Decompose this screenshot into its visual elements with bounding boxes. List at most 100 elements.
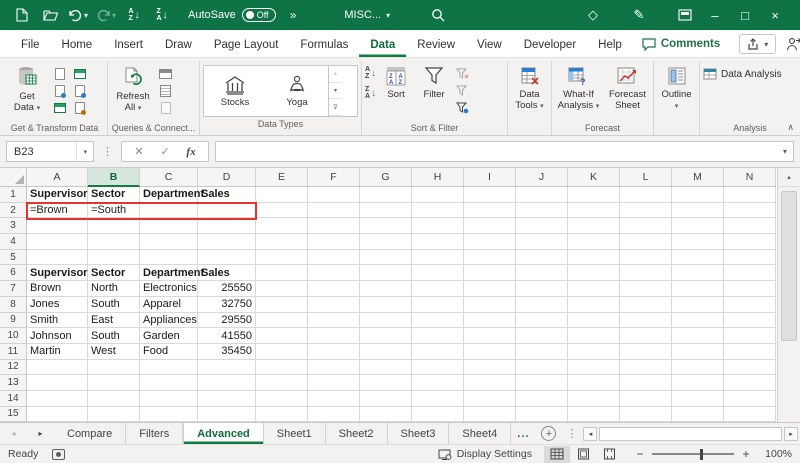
cell-E4[interactable]	[256, 234, 308, 250]
cell-K2[interactable]	[568, 202, 620, 219]
cell-N3[interactable]	[724, 218, 776, 235]
row-header-7[interactable]: 7	[0, 281, 27, 297]
cell-F14[interactable]	[308, 390, 360, 407]
cell-F10[interactable]	[308, 328, 360, 344]
cell-C15[interactable]	[140, 406, 198, 422]
cell-N9[interactable]	[724, 312, 776, 329]
cell-H11[interactable]	[412, 343, 464, 360]
row-header-9[interactable]: 9	[0, 312, 27, 329]
cell-A2[interactable]: =Brown	[27, 202, 88, 219]
cell-E12[interactable]	[256, 359, 308, 376]
get-data-button[interactable]: Get Data ▾	[5, 63, 49, 114]
cell-G1[interactable]	[360, 187, 412, 203]
maximize-button[interactable]: □	[730, 0, 760, 30]
cell-H14[interactable]	[412, 390, 464, 407]
cell-J15[interactable]	[516, 406, 568, 422]
column-header-f[interactable]: F	[308, 168, 360, 187]
cell-G11[interactable]	[360, 343, 412, 360]
cell-E2[interactable]	[256, 202, 308, 219]
cell-F2[interactable]	[308, 202, 360, 219]
cell-L11[interactable]	[620, 343, 672, 360]
existing-connections-button[interactable]	[72, 101, 87, 115]
cell-I1[interactable]	[464, 187, 516, 203]
cell-F4[interactable]	[308, 234, 360, 250]
cell-E10[interactable]	[256, 328, 308, 344]
cell-M15[interactable]	[672, 406, 724, 422]
cell-E9[interactable]	[256, 312, 308, 329]
cell-N5[interactable]	[724, 249, 776, 266]
cell-H3[interactable]	[412, 218, 464, 235]
cell-L13[interactable]	[620, 375, 672, 391]
cell-D1[interactable]: Sales	[198, 187, 256, 203]
cell-N12[interactable]	[724, 359, 776, 376]
cell-N14[interactable]	[724, 390, 776, 407]
cell-B10[interactable]: South	[88, 328, 140, 344]
sheet-tab-sheet4[interactable]: Sheet4	[449, 423, 512, 444]
cell-F13[interactable]	[308, 375, 360, 391]
cell-K1[interactable]	[568, 187, 620, 203]
cell-L3[interactable]	[620, 218, 672, 235]
cell-K9[interactable]	[568, 312, 620, 329]
cell-G10[interactable]	[360, 328, 412, 344]
cell-B1[interactable]: Sector	[88, 187, 140, 203]
zoom-slider[interactable]	[652, 448, 734, 460]
tab-page-layout[interactable]: Page Layout	[203, 34, 290, 57]
sheet-tab-sheet1[interactable]: Sheet1	[264, 423, 326, 444]
cell-J3[interactable]	[516, 218, 568, 235]
pen-icon[interactable]: ✎	[624, 2, 654, 28]
column-header-b[interactable]: B	[88, 168, 140, 187]
cell-C5[interactable]	[140, 249, 198, 266]
row-header-10[interactable]: 10	[0, 328, 27, 344]
cell-M12[interactable]	[672, 359, 724, 376]
stocks-data-type[interactable]: Stocks	[204, 66, 266, 116]
cell-B13[interactable]	[88, 375, 140, 391]
column-header-l[interactable]: L	[620, 168, 672, 187]
row-header-14[interactable]: 14	[0, 390, 27, 407]
cell-H1[interactable]	[412, 187, 464, 203]
sheet-tab-sheet2[interactable]: Sheet2	[326, 423, 388, 444]
cell-B3[interactable]	[88, 218, 140, 235]
tab-view[interactable]: View	[466, 34, 513, 57]
column-header-c[interactable]: C	[140, 168, 198, 187]
normal-view-button[interactable]	[544, 445, 570, 463]
cell-B15[interactable]	[88, 406, 140, 422]
cell-A14[interactable]	[27, 390, 88, 407]
page-break-preview-button[interactable]	[596, 446, 622, 463]
sort-za-button[interactable]: ZA ↓	[150, 4, 174, 26]
cell-B11[interactable]: West	[88, 343, 140, 360]
cell-F6[interactable]	[308, 265, 360, 282]
cell-E1[interactable]	[256, 187, 308, 203]
cell-N6[interactable]	[724, 265, 776, 282]
cell-C8[interactable]: Apparel	[140, 296, 198, 313]
cell-L14[interactable]	[620, 390, 672, 407]
row-header-6[interactable]: 6	[0, 265, 27, 282]
cell-K10[interactable]	[568, 328, 620, 344]
redo-button[interactable]: ▾	[94, 4, 118, 26]
row-header-4[interactable]: 4	[0, 234, 27, 250]
cell-L12[interactable]	[620, 359, 672, 376]
cell-D9[interactable]: 29550	[198, 312, 256, 329]
cell-K15[interactable]	[568, 406, 620, 422]
cell-E11[interactable]	[256, 343, 308, 360]
cell-I14[interactable]	[464, 390, 516, 407]
cell-B14[interactable]	[88, 390, 140, 407]
gem-icon[interactable]: ◇	[578, 2, 608, 28]
cell-J6[interactable]	[516, 265, 568, 282]
cell-E13[interactable]	[256, 375, 308, 391]
tab-developer[interactable]: Developer	[513, 34, 587, 57]
cell-H5[interactable]	[412, 249, 464, 266]
ribbon-display-options-icon[interactable]	[670, 2, 700, 28]
cell-L5[interactable]	[620, 249, 672, 266]
tab-insert[interactable]: Insert	[103, 34, 154, 57]
cell-F15[interactable]	[308, 406, 360, 422]
cell-D10[interactable]: 41550	[198, 328, 256, 344]
cell-K5[interactable]	[568, 249, 620, 266]
cell-D6[interactable]: Sales	[198, 265, 256, 282]
sheet-tab-filters[interactable]: Filters	[126, 423, 184, 444]
open-folder-icon[interactable]	[38, 4, 62, 26]
cell-J10[interactable]	[516, 328, 568, 344]
cell-I7[interactable]	[464, 281, 516, 297]
cell-L7[interactable]	[620, 281, 672, 297]
data-tools-button[interactable]: Data Tools ▾	[511, 63, 548, 112]
cell-C11[interactable]: Food	[140, 343, 198, 360]
